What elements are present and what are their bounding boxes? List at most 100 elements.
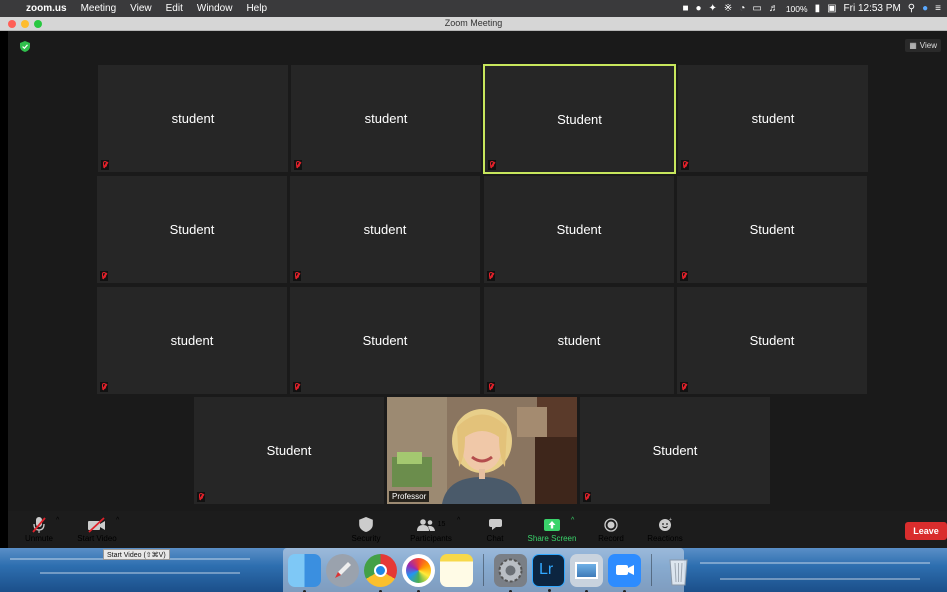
reactions-button[interactable]: + Reactions — [644, 515, 686, 543]
finder-icon[interactable] — [288, 553, 321, 592]
participants-label: Participants — [410, 534, 452, 543]
muted-mic-icon — [294, 160, 302, 170]
leave-button[interactable]: Leave — [905, 522, 947, 540]
menu-window[interactable]: Window — [190, 3, 240, 14]
macos-menubar: zoom.us Meeting View Edit Window Help ■ … — [0, 0, 947, 17]
muted-mic-icon — [100, 271, 108, 281]
record-label: Record — [598, 534, 624, 543]
participant-name: Student — [652, 443, 698, 458]
participant-tile-active-speaker[interactable]: Student — [483, 64, 676, 174]
spotlight-icon[interactable]: ⚲ — [908, 3, 915, 14]
participant-count: 15 — [437, 521, 446, 528]
menu-help[interactable]: Help — [239, 3, 274, 14]
participant-tile[interactable]: student — [678, 65, 868, 172]
muted-mic-icon — [293, 382, 301, 392]
lightroom-label: Lr — [539, 560, 554, 578]
menu-meeting[interactable]: Meeting — [74, 3, 124, 14]
chat-bubble-icon — [488, 515, 503, 534]
participant-tile[interactable]: student — [97, 287, 287, 394]
security-shield-icon — [359, 515, 373, 534]
unmute-button[interactable]: Unmute — [22, 515, 56, 543]
battery-percent: 100% — [785, 3, 808, 14]
muted-mic-icon — [101, 160, 109, 170]
participants-icon: 15 — [416, 515, 446, 534]
app-menu[interactable]: zoom.us — [22, 3, 74, 14]
record-icon — [604, 515, 618, 534]
professor-video-feed — [387, 397, 577, 504]
start-video-label: Start Video — [77, 534, 117, 543]
status-area: ■ ● ✦ ※ ◔ ▭ ♬ 100% ▮ ▣ Fri 12:53 PM ⚲ ● … — [682, 3, 947, 14]
video-off-icon — [87, 515, 107, 534]
siri-icon[interactable]: ● — [922, 3, 928, 14]
participant-name: Student — [749, 333, 795, 348]
start-video-tooltip: Start Video (⇧⌘V) — [103, 549, 170, 560]
encryption-shield-icon[interactable] — [20, 41, 30, 52]
trash-icon[interactable] — [662, 554, 695, 587]
participant-tile[interactable]: student — [98, 65, 288, 172]
muted-mic-icon — [680, 271, 688, 281]
airplay-icon[interactable]: ▭ — [752, 3, 761, 14]
keyboard-input-icon[interactable]: ▣ — [827, 3, 836, 14]
wifi-icon[interactable]: ◔ — [739, 3, 745, 14]
participant-name: Student — [749, 222, 795, 237]
share-screen-icon — [544, 515, 560, 534]
wallpaper-streak — [720, 578, 920, 580]
participant-tile[interactable]: Student — [484, 176, 674, 283]
video-options-chevron-icon[interactable]: ^ — [116, 517, 119, 524]
participant-tile[interactable]: Student — [580, 397, 770, 504]
participant-tile[interactable]: Student — [677, 287, 867, 394]
security-button[interactable]: Security — [349, 515, 383, 543]
start-video-button[interactable]: Start Video — [74, 515, 120, 543]
unmute-label: Unmute — [24, 534, 53, 543]
wallpaper-streak — [40, 572, 240, 574]
participant-tile[interactable]: Student — [194, 397, 384, 504]
volume-icon[interactable]: ♬ — [769, 3, 779, 14]
participants-button[interactable]: 15 Participants — [406, 515, 456, 543]
zoom-status-icon[interactable]: ■ — [682, 3, 688, 14]
participants-options-chevron-icon[interactable]: ^ — [457, 517, 460, 524]
participant-tile[interactable]: student — [290, 176, 480, 283]
participant-name: Student — [169, 222, 215, 237]
photos-icon[interactable] — [402, 553, 435, 592]
zoom-icon[interactable] — [608, 553, 641, 592]
participant-name: student — [171, 111, 215, 126]
participant-name: student — [170, 333, 214, 348]
bluetooth-icon[interactable]: ※ — [724, 3, 732, 14]
participant-tile[interactable]: Student — [97, 176, 287, 283]
chrome-icon[interactable] — [364, 553, 397, 592]
muted-mic-icon — [488, 160, 496, 170]
muted-mic-icon — [293, 271, 301, 281]
menu-edit[interactable]: Edit — [159, 3, 190, 14]
notification-center-icon[interactable]: ≡ — [935, 3, 941, 14]
alfred-icon[interactable]: ✦ — [709, 3, 717, 14]
participant-video-professor[interactable]: Professor — [387, 397, 577, 504]
audio-options-chevron-icon[interactable]: ^ — [56, 517, 59, 524]
muted-mic-icon — [680, 382, 688, 392]
chat-button[interactable]: Chat — [481, 515, 509, 543]
share-options-chevron-icon[interactable]: ^ — [571, 517, 574, 524]
menubar-clock[interactable]: Fri 12:53 PM — [844, 3, 901, 14]
view-button[interactable]: ▦ View — [905, 39, 941, 52]
chat-label: Chat — [486, 534, 504, 543]
participant-tile[interactable]: Student — [677, 176, 867, 283]
menu-view[interactable]: View — [123, 3, 159, 14]
system-preferences-icon[interactable] — [494, 553, 527, 592]
battery-icon[interactable]: ▮ — [815, 3, 821, 14]
wallpaper-streak — [700, 562, 930, 564]
svg-text:+: + — [669, 517, 672, 523]
participant-tile[interactable]: student — [484, 287, 674, 394]
preview-icon[interactable] — [570, 553, 603, 592]
participant-name: student — [557, 333, 601, 348]
participant-name: Student — [557, 112, 602, 127]
participant-tile[interactable]: Student — [290, 287, 480, 394]
participant-name: Student — [362, 333, 408, 348]
grid-icon: ▦ — [909, 41, 917, 50]
creative-cloud-icon[interactable]: ● — [695, 3, 701, 14]
lightroom-icon[interactable]: Lr — [532, 553, 565, 592]
participant-tile[interactable]: student — [291, 65, 481, 172]
dock-separator — [483, 554, 484, 586]
launchpad-icon[interactable] — [326, 553, 359, 587]
record-button[interactable]: Record — [595, 515, 627, 543]
view-button-label: View — [919, 41, 937, 50]
notes-icon[interactable] — [440, 553, 473, 587]
